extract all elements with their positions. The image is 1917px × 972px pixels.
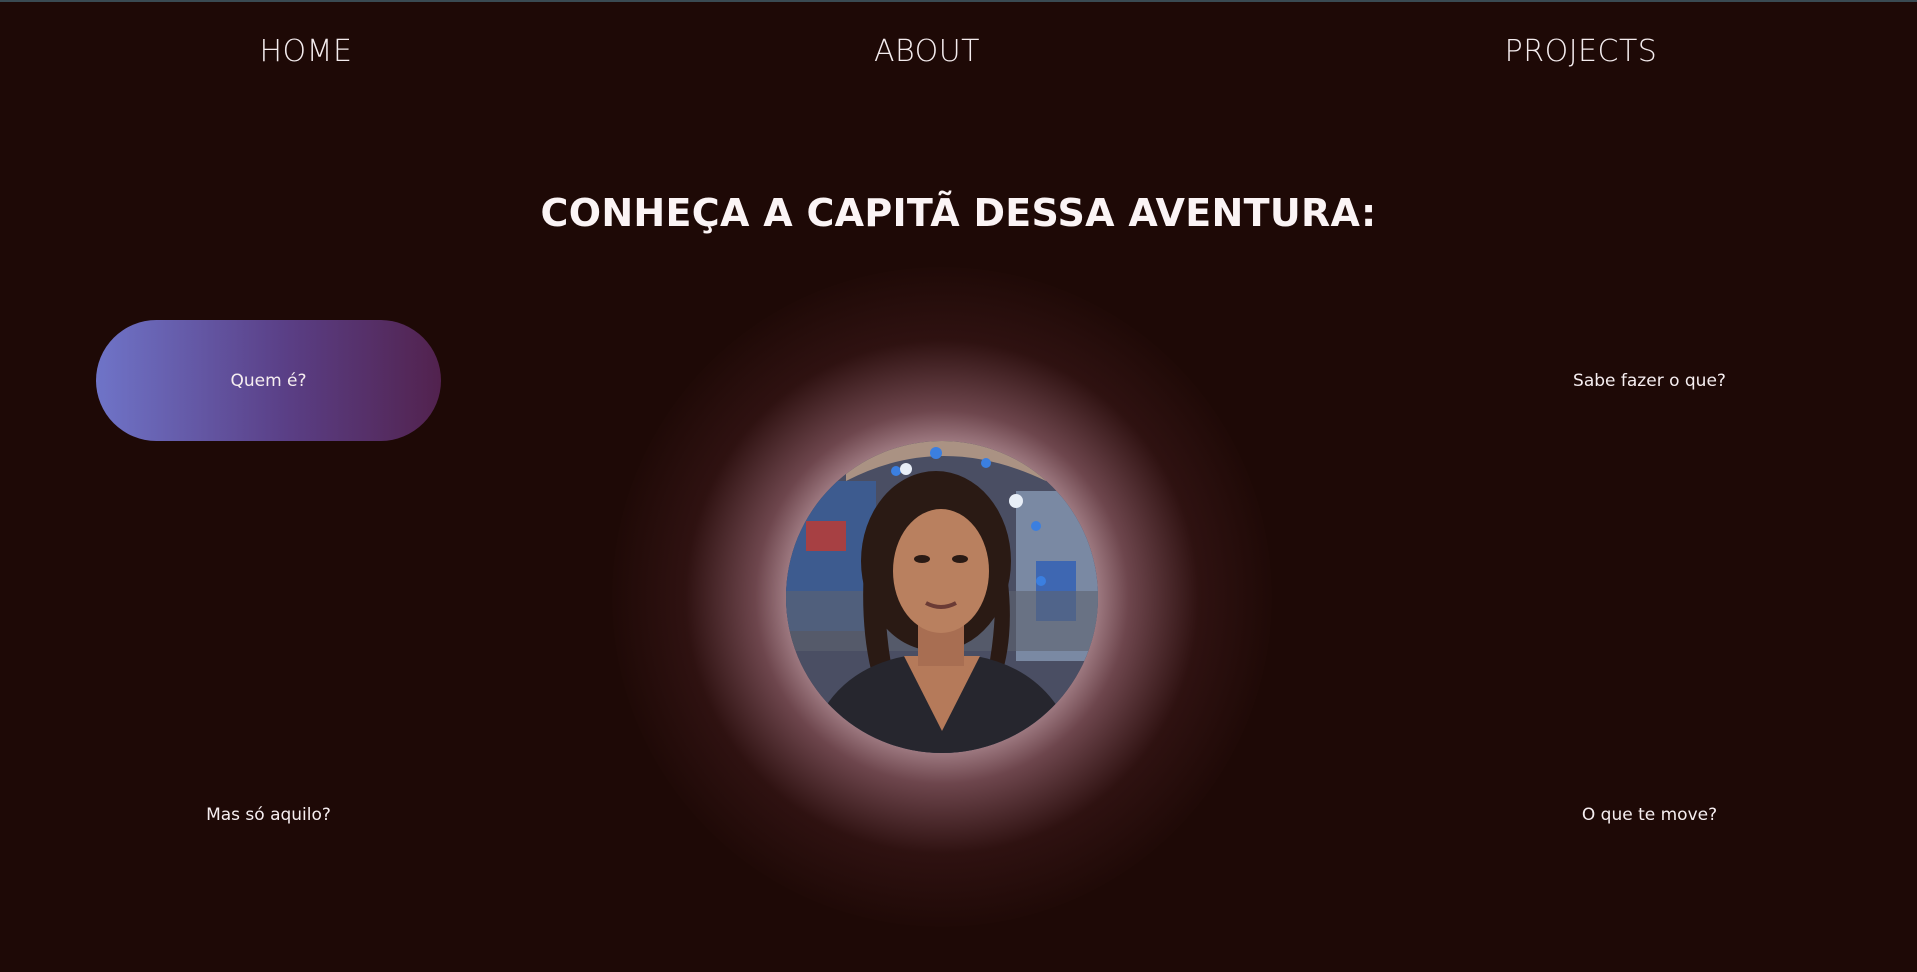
question-skills-button[interactable]: Sabe fazer o que?: [1477, 320, 1822, 441]
nav-home-link[interactable]: HOME: [236, 30, 376, 74]
question-who-button[interactable]: Quem é?: [96, 320, 441, 441]
question-more-button[interactable]: Mas só aquilo?: [96, 754, 441, 875]
profile-photo: [786, 441, 1098, 753]
nav-projects-link[interactable]: PROJECTS: [1481, 30, 1681, 74]
top-border: [0, 0, 1917, 2]
profile-photo-illustration: [786, 441, 1098, 753]
question-motivation-button[interactable]: O que te move?: [1477, 754, 1822, 875]
nav-about-link[interactable]: ABOUT: [857, 30, 997, 74]
page-title: CONHEÇA A CAPITÃ DESSA AVENTURA:: [540, 191, 1377, 236]
